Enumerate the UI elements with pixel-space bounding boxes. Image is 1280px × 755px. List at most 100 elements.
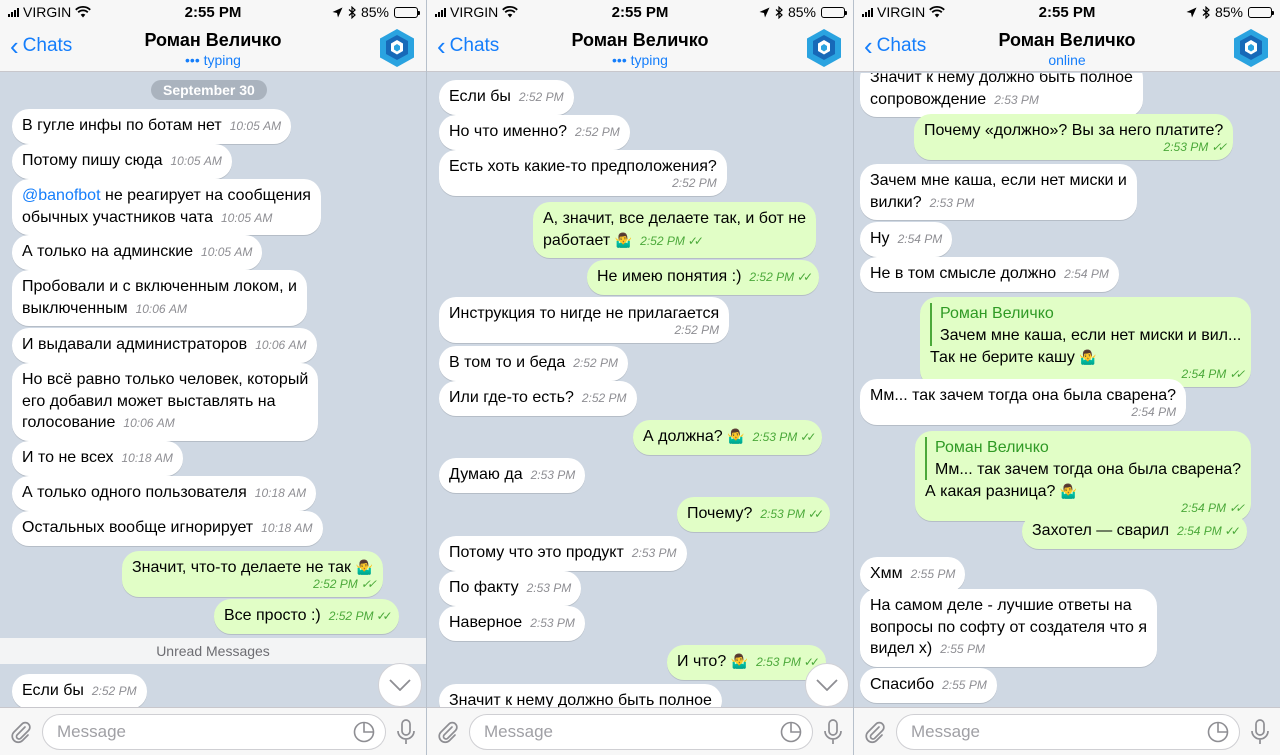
incoming-message[interactable]: Не в том смысле должно 2:54 PM <box>860 257 1119 292</box>
incoming-message[interactable]: А только на админские 10:05 AM <box>12 235 263 270</box>
incoming-message[interactable]: По факту 2:53 PM <box>439 571 582 606</box>
message-input[interactable] <box>57 721 353 742</box>
outgoing-message[interactable]: А, значит, все делаете так, и бот не рабо… <box>533 202 816 258</box>
message-time: 2:55 PM <box>940 642 985 656</box>
message-time: 2:52 PM <box>573 356 618 370</box>
message-time: 2:52 PM <box>91 684 137 698</box>
incoming-message[interactable]: А только одного пользователя 10:18 AM <box>12 476 317 511</box>
incoming-message[interactable]: Потому что это продукт 2:53 PM <box>439 536 687 571</box>
incoming-message[interactable]: И выдавали администраторов 10:06 AM <box>12 328 317 363</box>
message-text-line: вопросы по софту от создателя что я <box>870 618 1148 636</box>
microphone-icon[interactable] <box>394 718 418 746</box>
incoming-message[interactable]: Зачем мне каша, если нет миски и вилки? 2:… <box>860 164 1137 220</box>
sticker-icon[interactable] <box>780 721 802 743</box>
read-checkmarks-icon: ✓✓ <box>1224 524 1241 538</box>
incoming-message[interactable]: Потому пишу сюда 10:05 AM <box>12 144 232 179</box>
reply-quote[interactable]: Роман Величко Мм... так зачем тогда она … <box>925 437 1241 480</box>
message-time: 2:53 PM <box>756 655 801 669</box>
outgoing-message[interactable]: Не имею понятия :) 2:52 PM ✓✓ <box>587 260 820 295</box>
mention-link[interactable]: @banofbot <box>22 187 101 204</box>
message-time: 2:54 PM <box>1177 524 1222 538</box>
attach-icon[interactable] <box>435 719 461 745</box>
shrug-emoji-icon: 🤷‍♂️ <box>730 653 749 669</box>
incoming-message[interactable]: В гугле инфы по ботам нет 10:05 AM <box>12 109 292 144</box>
sticker-icon[interactable] <box>353 721 375 743</box>
attach-icon[interactable] <box>862 719 888 745</box>
incoming-message[interactable]: И то не всех 10:18 AM <box>12 441 183 476</box>
incoming-message[interactable]: Есть хоть какие-то предположения? 2:52 PM <box>439 150 727 196</box>
outgoing-message[interactable]: Роман Величко Зачем мне каша, если нет м… <box>920 297 1252 387</box>
incoming-message[interactable]: Думаю да 2:53 PM <box>439 458 586 493</box>
incoming-message[interactable]: Пробовали и с включенным локом, и выключе… <box>12 270 307 326</box>
message-field[interactable] <box>896 713 1240 750</box>
message-text-line: выключенным <box>22 299 128 317</box>
message-time: 2:53 PM <box>994 92 1039 107</box>
incoming-message[interactable]: Но всё равно только человек, который его … <box>12 363 319 441</box>
incoming-message[interactable]: Значит к нему должно быть полное <box>439 684 722 707</box>
chat-title[interactable]: Роман Величко ••• typing <box>0 30 426 68</box>
outgoing-message[interactable]: И что? 🤷‍♂️ 2:53 PM ✓✓ <box>667 645 826 680</box>
message-input[interactable] <box>911 721 1207 742</box>
contact-status: ••• typing <box>185 52 241 68</box>
scroll-down-button[interactable] <box>805 663 849 707</box>
outgoing-message[interactable]: Почему? 2:53 PM ✓✓ <box>677 497 831 532</box>
message-time: 10:05 AM <box>201 245 253 259</box>
incoming-message[interactable]: Наверное 2:53 PM <box>439 606 585 641</box>
message-list[interactable]: September 30 Unread Messages В гугле инфы … <box>0 73 426 707</box>
bluetooth-icon <box>348 5 356 19</box>
shrug-emoji-icon: 🤷‍♂️ <box>1079 349 1097 365</box>
chat-title[interactable]: Роман Величко online <box>854 30 1280 68</box>
wifi-icon <box>929 6 946 18</box>
contact-status: ••• typing <box>612 52 668 68</box>
battery-percent: 85% <box>360 4 389 20</box>
incoming-message[interactable]: Если бы 2:52 PM <box>439 80 574 115</box>
contact-avatar[interactable] <box>803 27 845 69</box>
battery-icon <box>821 6 847 18</box>
incoming-message[interactable]: Спасибо 2:55 PM <box>860 668 997 703</box>
outgoing-message[interactable]: Захотел — сварил 2:54 PM ✓✓ <box>1022 514 1247 549</box>
incoming-message[interactable]: Хмм 2:55 PM <box>860 557 966 592</box>
incoming-message[interactable]: Ну 2:54 PM <box>860 222 953 257</box>
incoming-message[interactable]: @banofbot не реагирует на сообщения обычн… <box>12 179 321 235</box>
microphone-icon[interactable] <box>1248 718 1272 746</box>
message-input[interactable] <box>484 721 780 742</box>
chat-title[interactable]: Роман Величко ••• typing <box>427 30 853 68</box>
incoming-message[interactable]: Если бы 2:52 PM <box>12 674 147 707</box>
message-text: По факту <box>449 579 519 596</box>
incoming-message[interactable]: Но что именно? 2:52 PM <box>439 115 630 150</box>
message-text: Если бы <box>449 88 511 105</box>
outgoing-message[interactable]: Почему «должно»? Вы за него платите? 2:53… <box>914 114 1234 160</box>
incoming-message[interactable]: Остальных вообще игнорирует 10:18 AM <box>12 511 323 546</box>
message-time: 2:52 PM <box>518 90 564 104</box>
incoming-message[interactable]: Мм... так зачем тогда она была сварена? 2… <box>860 379 1187 425</box>
outgoing-message[interactable]: Значит, что-то делаете не так 🤷‍♂️ 2:52 P… <box>122 551 383 597</box>
scroll-down-button[interactable] <box>378 663 422 707</box>
carrier-label: VIRGIN <box>23 4 72 20</box>
outgoing-message[interactable]: А должна? 🤷‍♂️ 2:53 PM ✓✓ <box>633 420 823 455</box>
read-checkmarks-icon: ✓✓ <box>800 430 816 444</box>
microphone-icon[interactable] <box>821 718 845 746</box>
wifi-icon <box>75 6 92 18</box>
incoming-message[interactable]: Инструкция то нигде не прилагается 2:52 P… <box>439 297 730 343</box>
outgoing-message[interactable]: Роман Величко Мм... так зачем тогда она … <box>915 431 1252 521</box>
incoming-message[interactable]: На самом деле - лучшие ответы на вопросы … <box>860 589 1158 667</box>
quote-text: Зачем мне каша, если нет миски и вил... <box>940 326 1242 344</box>
message-text: Захотел — сварил <box>1032 522 1170 539</box>
outgoing-message[interactable]: Все просто :) 2:52 PM ✓✓ <box>214 599 399 634</box>
incoming-message[interactable]: Или где-то есть? 2:52 PM <box>439 381 637 416</box>
status-time: 2:55 PM <box>1038 3 1096 21</box>
message-time: 2:52 PM <box>674 322 720 337</box>
contact-avatar[interactable] <box>1230 27 1272 69</box>
message-list[interactable]: Если бы 2:52 PM Но что именно? 2:52 PM Есть … <box>427 73 853 707</box>
bluetooth-icon <box>775 5 783 19</box>
message-list[interactable]: Значит к нему должно быть полное сопровож… <box>854 73 1280 707</box>
reply-quote[interactable]: Роман Величко Зачем мне каша, если нет м… <box>930 303 1241 346</box>
incoming-message[interactable]: Значит к нему должно быть полное сопровож… <box>860 73 1143 117</box>
message-field[interactable] <box>469 713 813 750</box>
message-field[interactable] <box>42 713 386 750</box>
attach-icon[interactable] <box>8 719 34 745</box>
sticker-icon[interactable] <box>1207 721 1229 743</box>
contact-avatar[interactable] <box>376 27 418 69</box>
incoming-message[interactable]: В том то и беда 2:52 PM <box>439 346 628 381</box>
message-text: Потому пишу сюда <box>22 152 163 169</box>
